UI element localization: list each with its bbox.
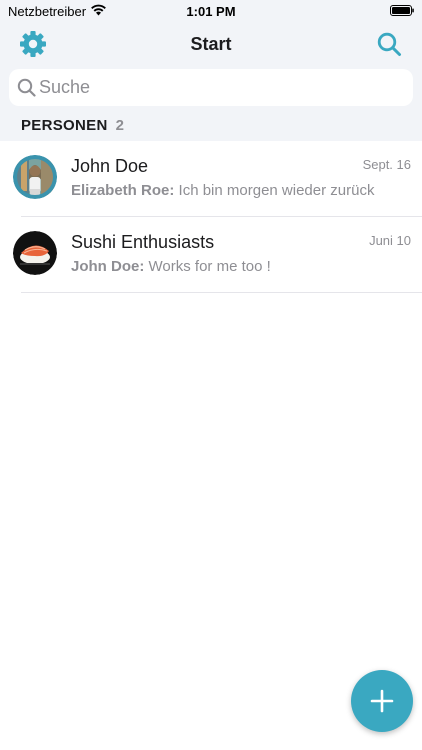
chat-sender: Elizabeth Roe:	[71, 182, 175, 199]
chat-sender: John Doe:	[71, 258, 145, 275]
section-title: PERSONEN	[21, 117, 108, 134]
battery-icon	[390, 5, 414, 16]
header-area: Netzbetreiber 1:01 PM Start Suche PERSON…	[0, 0, 422, 141]
section-header: PERSONEN 2	[21, 117, 124, 135]
status-time: 1:01 PM	[186, 4, 236, 19]
plus-icon	[370, 689, 394, 713]
row-divider	[21, 292, 422, 293]
chat-preview: Elizabeth Roe: Ich bin morgen wieder zur…	[71, 182, 374, 199]
section-count: 2	[115, 117, 124, 134]
avatar-john-doe	[13, 155, 57, 199]
search-field-icon	[17, 78, 36, 97]
page-title: Start	[190, 34, 232, 54]
chat-name: Sushi Enthusiasts	[71, 232, 215, 252]
search-bar	[9, 69, 413, 106]
search-input[interactable]	[39, 69, 399, 106]
chat-date: Sept. 16	[362, 157, 411, 172]
chat-message: Works for me too !	[144, 258, 271, 275]
chat-date: Juni 10	[369, 233, 411, 248]
chat-row-john-doe[interactable]: John Doe Sept. 16 Elizabeth Roe: Ich bin…	[0, 141, 422, 217]
status-bar: Netzbetreiber 1:01 PM	[0, 0, 422, 22]
chat-row-sushi-enthusiasts[interactable]: Sushi Enthusiasts Juni 10 John Doe: Work…	[0, 217, 422, 293]
avatar-sushi-enthusiasts	[13, 231, 57, 275]
chat-message: Ich bin morgen wieder zurück	[174, 182, 375, 199]
chat-list: John Doe Sept. 16 Elizabeth Roe: Ich bin…	[0, 141, 422, 293]
gear-icon[interactable]	[19, 30, 47, 58]
chat-name: John Doe	[71, 156, 149, 176]
chat-preview: John Doe: Works for me too !	[71, 258, 271, 275]
search-icon[interactable]	[376, 31, 402, 57]
navigation-bar: Start	[0, 26, 422, 62]
new-chat-button[interactable]	[351, 670, 413, 732]
